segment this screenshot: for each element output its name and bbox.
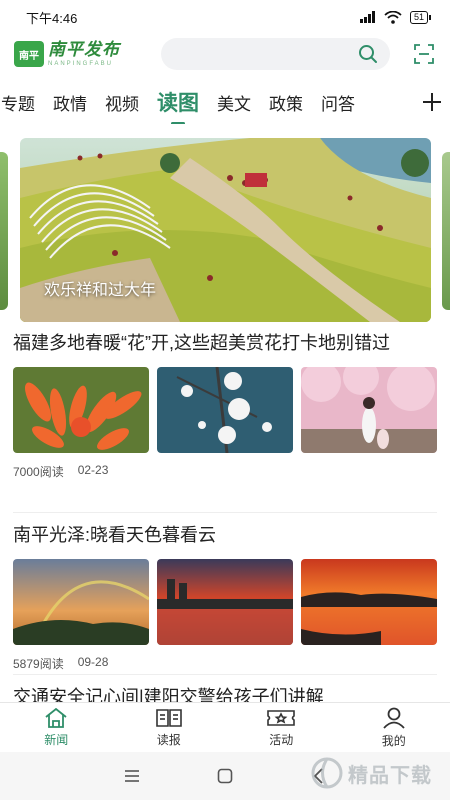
ticket-icon[interactable] <box>266 708 296 728</box>
add-tab-button[interactable] <box>414 80 450 124</box>
search-icon[interactable] <box>358 44 378 64</box>
tab-qa[interactable]: 问答 <box>312 90 364 115</box>
tab-essays[interactable]: 美文 <box>208 90 260 115</box>
article-meta: 5879阅读 09-28 <box>13 655 437 672</box>
tab-pictures[interactable]: 读图 <box>148 87 208 124</box>
article-item[interactable]: 福建多地春暖“花”开,这些超美赏花打卡地别错过 7000阅读 02-23 <box>13 330 437 480</box>
publish-date: 09-28 <box>77 655 109 669</box>
app-header: 南平 南平发布 NANPINGFABU <box>0 34 450 74</box>
divider <box>13 674 437 675</box>
status-icons: 51 <box>359 10 432 24</box>
logo-mark: 南平 <box>14 41 44 67</box>
system-home-button[interactable] <box>213 764 237 788</box>
banner-carousel: 欢乐祥和过大年 <box>0 138 450 322</box>
app-logo: 南平 南平发布 NANPINGFABU <box>14 41 149 67</box>
bottom-nav: 新闻 读报 活动 我的 <box>0 702 450 752</box>
status-bar: 下午4:46 51 <box>0 0 450 34</box>
tab-special[interactable]: 专题 <box>0 90 44 115</box>
divider <box>13 512 437 513</box>
status-time: 下午4:46 <box>26 10 78 26</box>
nav-activity[interactable]: 活动 <box>225 703 338 752</box>
thumbnail-city-sunset <box>157 559 293 645</box>
article-thumbnails <box>13 367 437 453</box>
read-count: 5879阅读 <box>13 657 64 671</box>
read-count: 7000阅读 <box>13 465 64 479</box>
logo-title: 南平发布 <box>48 39 120 60</box>
banner-slide[interactable]: 欢乐祥和过大年 <box>20 138 431 322</box>
article-title[interactable]: 南平光泽:晓看天色暮看云 <box>13 522 437 549</box>
watermark-text: 精品下载 <box>348 764 432 787</box>
category-tabs: 专题 政情 视频 读图 美文 政策 问答 <box>0 80 450 124</box>
tab-politics[interactable]: 政情 <box>44 90 96 115</box>
article-thumbnails <box>13 559 437 645</box>
nav-newspaper[interactable]: 读报 <box>113 703 226 752</box>
signal-icon <box>359 11 375 23</box>
thumbnail-rainbow-sky <box>13 559 149 645</box>
wifi-icon <box>384 10 402 24</box>
nav-activity-label[interactable]: 活动 <box>269 731 293 748</box>
banner-caption: 欢乐祥和过大年 <box>44 282 157 299</box>
scan-icon[interactable] <box>413 43 435 65</box>
nav-news[interactable]: 新闻 <box>0 703 113 752</box>
thumbnail-flowers-white <box>157 367 293 453</box>
carousel-prev-slide[interactable] <box>0 152 8 310</box>
nav-profile-label[interactable]: 我的 <box>382 732 406 749</box>
nav-newspaper-label[interactable]: 读报 <box>157 731 181 748</box>
person-icon[interactable] <box>382 707 406 729</box>
menu-icon[interactable] <box>124 769 140 783</box>
logo-subtitle: NANPINGFABU <box>48 60 114 67</box>
publish-date: 02-23 <box>77 463 109 477</box>
battery-icon: 51 <box>409 10 432 24</box>
scan-button[interactable] <box>412 42 436 66</box>
plus-icon[interactable] <box>422 92 442 112</box>
nav-news-label[interactable]: 新闻 <box>44 731 68 748</box>
square-icon[interactable] <box>217 768 233 784</box>
article-title[interactable]: 福建多地春暖“花”开,这些超美赏花打卡地别错过 <box>13 330 437 357</box>
article-item[interactable]: 南平光泽:晓看天色暮看云 5879阅读 09-28 <box>13 522 437 672</box>
thumbnail-river-sunset <box>301 559 437 645</box>
carousel-next-slide[interactable] <box>442 152 450 310</box>
system-menu-button[interactable] <box>120 764 144 788</box>
watermark-logo-icon <box>311 757 343 789</box>
article-meta: 7000阅读 02-23 <box>13 463 437 480</box>
search-input[interactable] <box>161 38 391 70</box>
nav-profile[interactable]: 我的 <box>338 703 450 752</box>
thumbnail-cherry-blossom <box>301 367 437 453</box>
watermark: 精品下载 <box>310 756 432 790</box>
home-icon[interactable] <box>44 707 68 728</box>
tab-policy[interactable]: 政策 <box>260 90 312 115</box>
thumbnail-flowers-orange <box>13 367 149 453</box>
tab-video[interactable]: 视频 <box>96 90 148 115</box>
newspaper-icon[interactable] <box>155 708 182 728</box>
